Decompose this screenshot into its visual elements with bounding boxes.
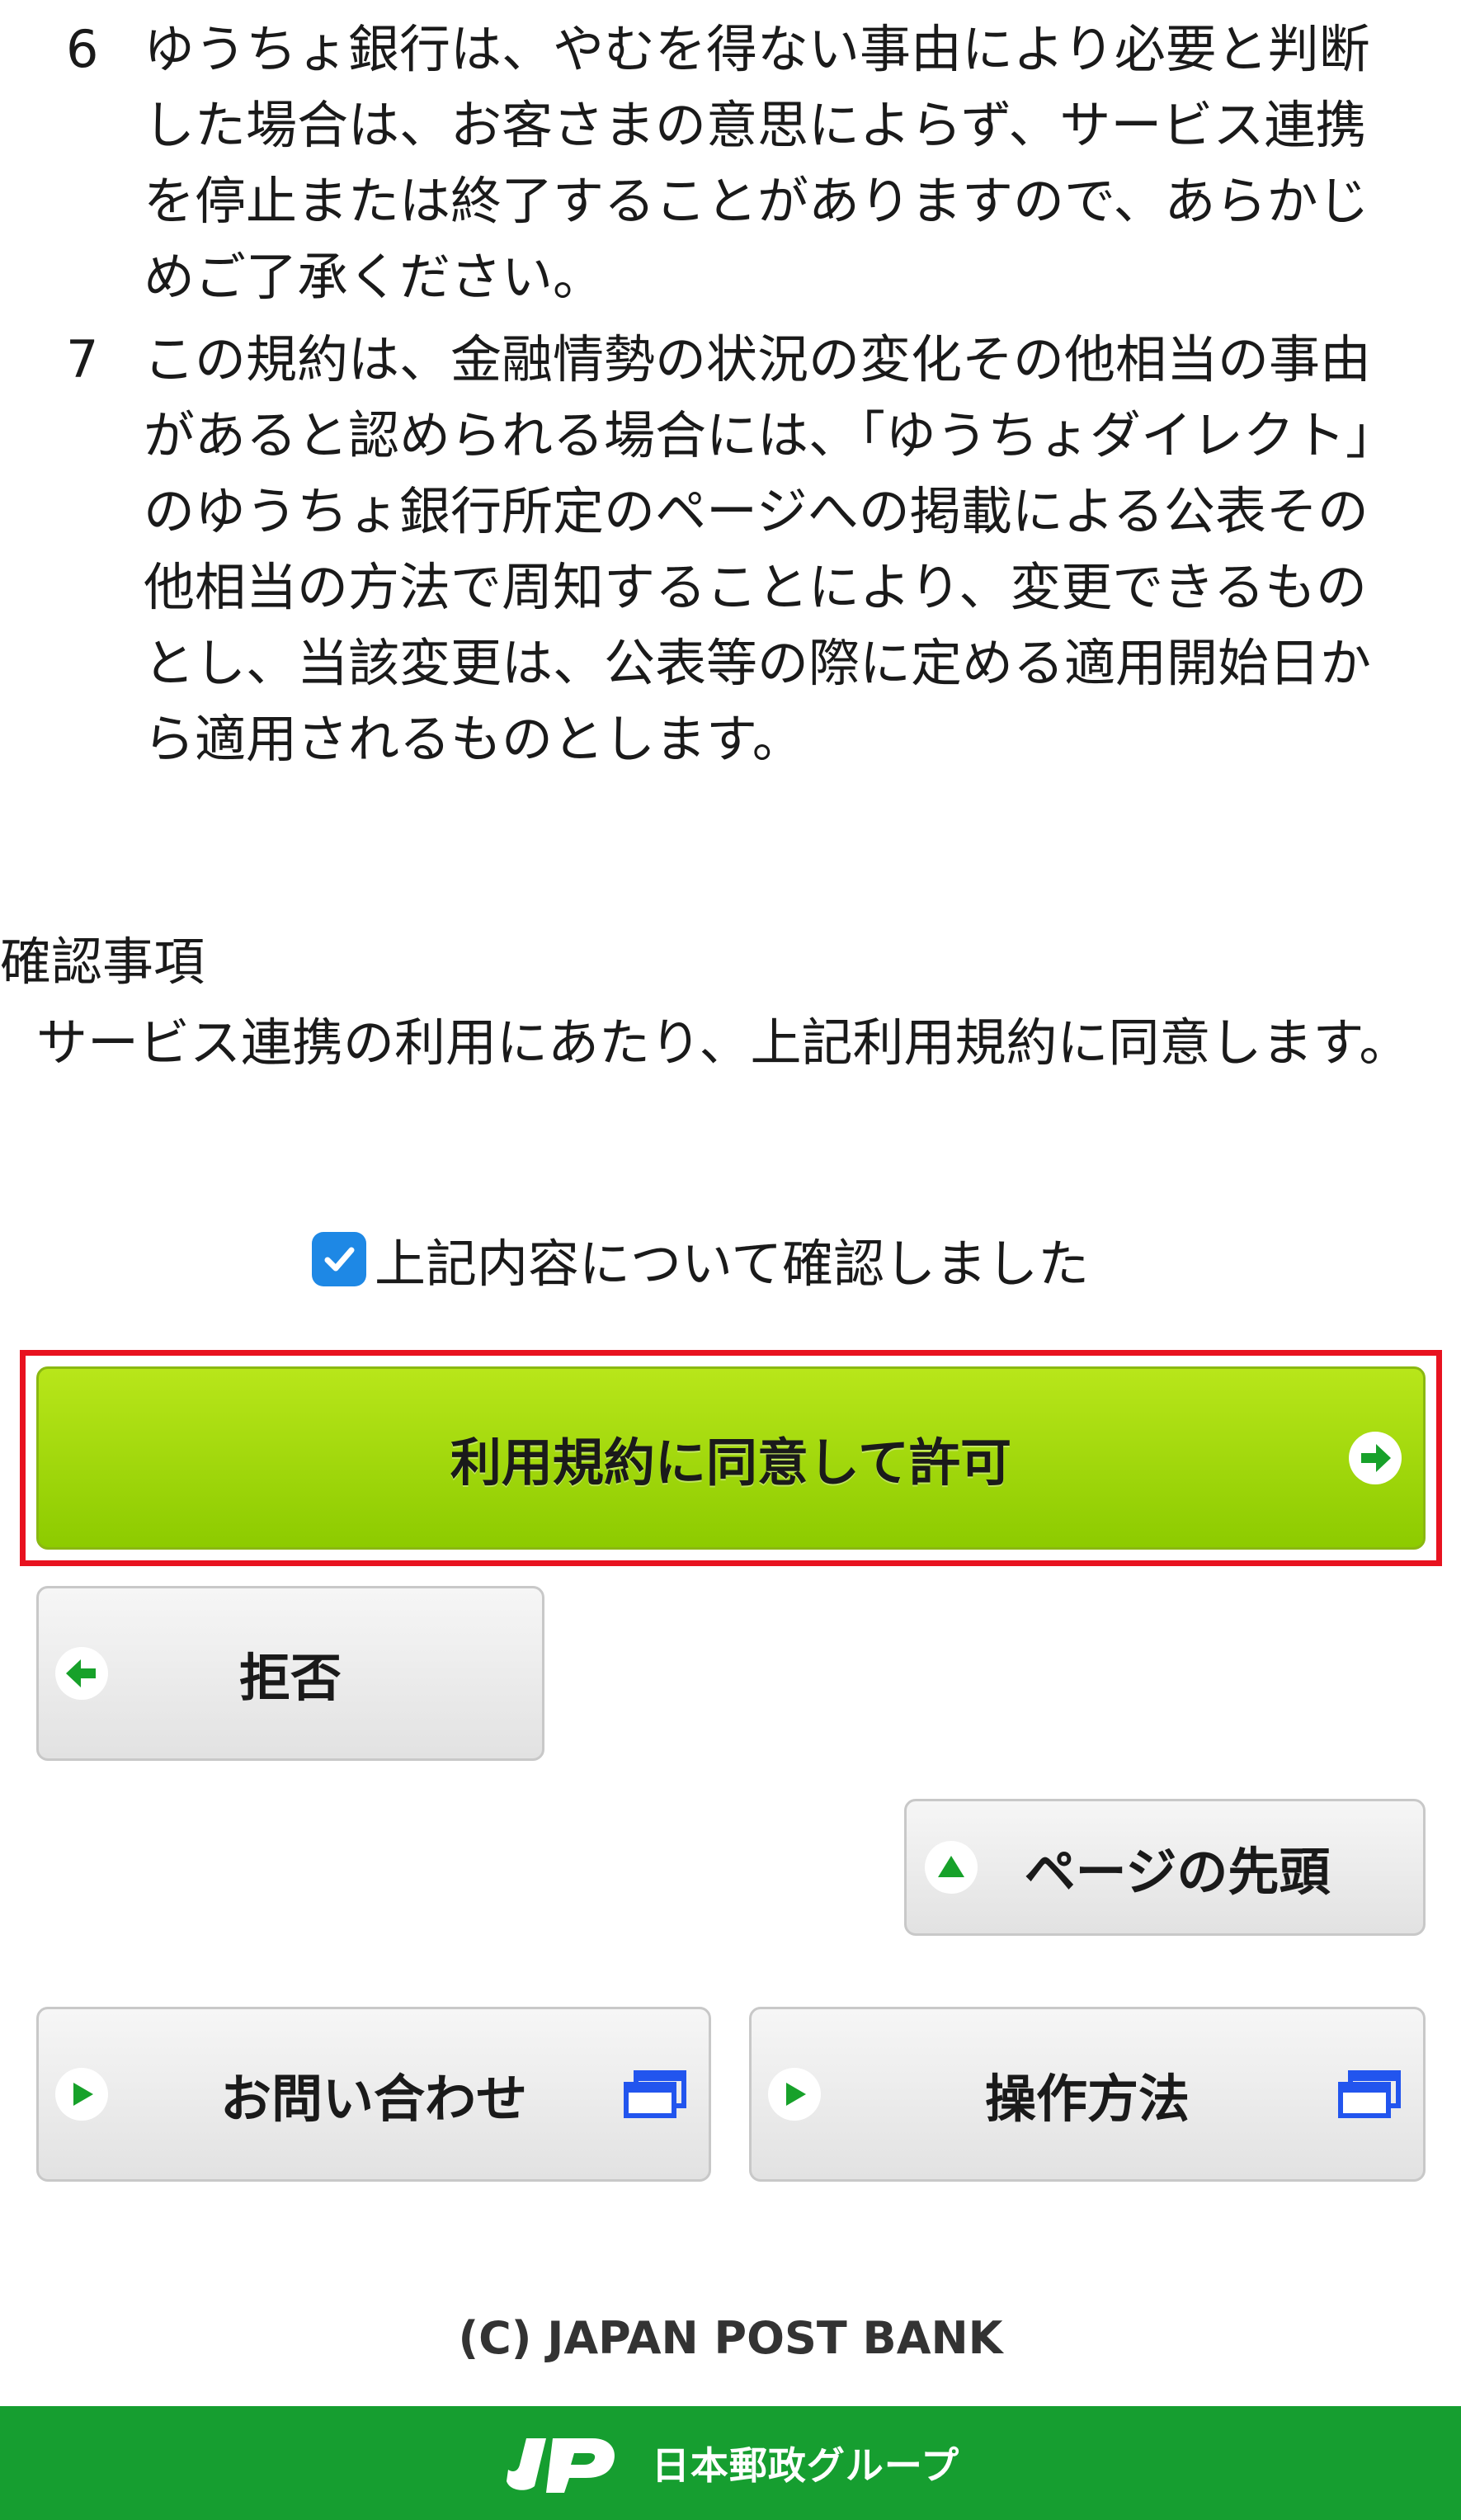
agree-button-label: 利用規約に同意して許可: [450, 1432, 1012, 1493]
page-top-button[interactable]: ページの先頭: [904, 1799, 1426, 1936]
term-item-6: 6 ゆうちょ銀行は、やむを得ない事由により必要と判断した場合は、お客さまの意思に…: [66, 12, 1386, 315]
new-window-icon: [1338, 2070, 1401, 2118]
term-item-7: 7 この規約は、金融情勢の状況の変化その他相当の事由があると認められる場合には、…: [66, 322, 1386, 777]
reject-button[interactable]: 拒否: [36, 1586, 544, 1761]
page-top-button-label: ページの先頭: [1024, 1842, 1331, 1902]
confirm-heading: 確認事項: [0, 932, 205, 992]
checkmark-icon: [324, 1247, 355, 1272]
howto-button[interactable]: 操作方法: [749, 2007, 1426, 2182]
terms-list: 6 ゆうちょ銀行は、やむを得ない事由により必要と判断した場合は、お客さまの意思に…: [66, 12, 1386, 784]
confirm-text: サービス連携の利用にあたり、上記利用規約に同意します。: [36, 1012, 1411, 1073]
howto-button-label: 操作方法: [984, 2069, 1190, 2129]
group-name: 日本郵政グループ: [651, 2443, 960, 2488]
reject-button-label: 拒否: [238, 1648, 342, 1708]
copyright-text: (C) JAPAN POST BANK: [458, 2312, 1003, 2364]
term-text: ゆうちょ銀行は、やむを得ない事由により必要と判断した場合は、お客さまの意思によら…: [144, 19, 1370, 307]
confirm-checkbox-label: 上記内容について確認しました: [375, 1234, 1090, 1294]
play-icon: [55, 2068, 108, 2121]
triangle-up-icon: [925, 1841, 978, 1894]
contact-button[interactable]: お問い合わせ: [36, 2007, 711, 2182]
confirm-checkbox-row[interactable]: 上記内容について確認しました: [312, 1221, 1089, 1297]
term-number: 6: [66, 19, 99, 79]
footer-bar: 日本郵政グループ: [0, 2406, 1461, 2520]
agree-button[interactable]: 利用規約に同意して許可: [36, 1366, 1426, 1550]
contact-button-label: お問い合わせ: [219, 2069, 527, 2129]
confirm-checkbox[interactable]: [312, 1232, 366, 1286]
term-number: 7: [66, 329, 99, 389]
arrow-left-circle-icon: [55, 1647, 108, 1700]
arrow-right-circle-icon: [1349, 1432, 1402, 1484]
term-text: この規約は、金融情勢の状況の変化その他相当の事由があると認められる場合には、「ゆ…: [144, 329, 1372, 769]
play-icon: [768, 2068, 821, 2121]
japan-post-logo: [502, 2428, 634, 2498]
new-window-icon: [624, 2070, 686, 2118]
